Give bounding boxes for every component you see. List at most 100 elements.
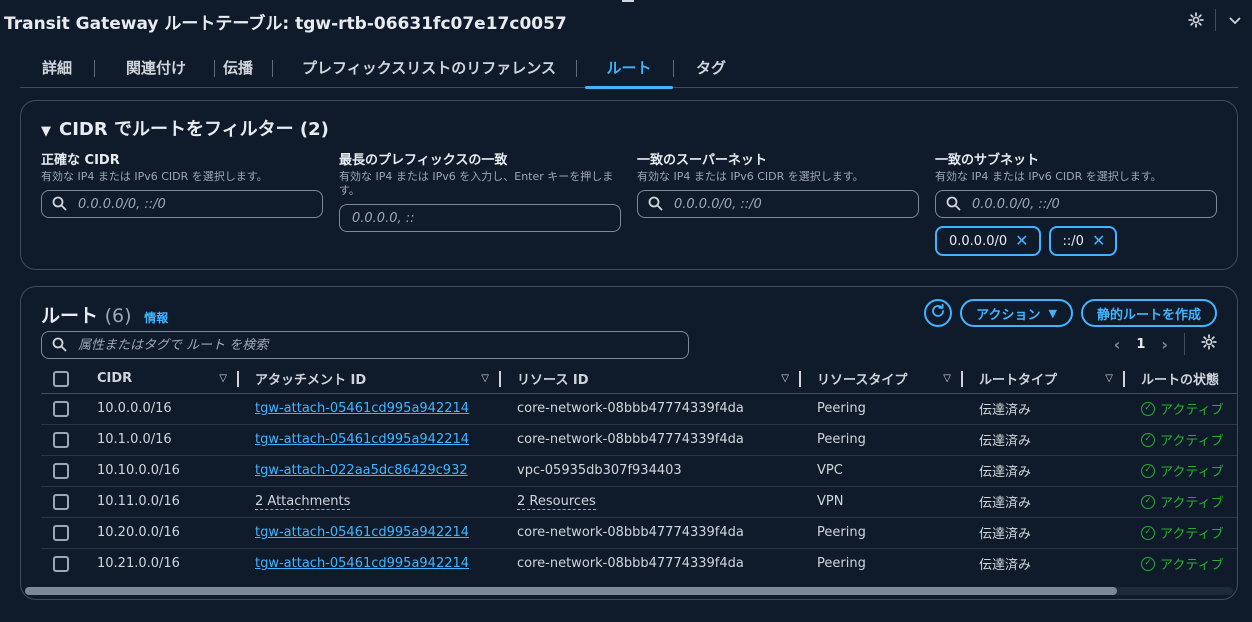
routes-heading: ルート (6) 情報 (41, 301, 168, 328)
col-resource-id[interactable]: リソース ID ▽ (501, 365, 801, 394)
routes-search-input[interactable] (78, 335, 668, 355)
token-label: ::/0 (1062, 233, 1084, 249)
route-type-cell: 伝達済み (963, 455, 1125, 487)
attachment-link[interactable]: tgw-attach-05461cd995a942214 (255, 556, 469, 571)
row-checkbox[interactable] (53, 524, 69, 541)
table-row[interactable]: 10.11.0.0/16 2 Attachments 2 Resources V… (41, 486, 1237, 518)
top-handle (622, 0, 634, 2)
table-row[interactable]: 10.20.0.0/16 tgw-attach-05461cd995a94221… (41, 517, 1237, 549)
token: 0.0.0.0/0 ✕ (935, 226, 1041, 256)
search-icon (946, 196, 961, 215)
row-checkbox[interactable] (53, 431, 69, 448)
resource-cell: core-network-08bbb47774339f4da (501, 393, 801, 425)
col-label: アタッチメント ID (255, 373, 367, 389)
attachment-cell: tgw-attach-05461cd995a942214 (239, 393, 501, 425)
route-type-cell: 伝達済み (963, 486, 1125, 518)
sort-icon: ▽ (781, 373, 789, 385)
resources-popover-trigger[interactable]: 2 Resources (517, 494, 596, 510)
col-resource-type[interactable]: リソースタイプ ▽ (801, 365, 963, 394)
attachments-popover-trigger[interactable]: 2 Attachments (255, 494, 351, 510)
refresh-button[interactable] (924, 299, 953, 327)
resource-type-cell: Peering (817, 556, 866, 572)
tab-routes[interactable]: ルート (585, 48, 673, 89)
table-row[interactable]: 10.21.0.0/16 tgw-attach-05461cd995a94221… (41, 548, 1237, 579)
cidr-cell: 10.10.0.0/16 (97, 455, 239, 487)
cidr-filter-panel: ▼ CIDR でルートをフィルター (2) 正確な CIDR 有効な IP4 また… (20, 100, 1238, 270)
col-cidr[interactable]: CIDR ▽ (97, 365, 239, 394)
table-row[interactable]: 10.10.0.0/16 tgw-attach-022aa5dc86429c93… (41, 455, 1237, 487)
chevron-left-icon[interactable]: ‹ (1114, 335, 1121, 354)
scrollbar-thumb[interactable] (25, 587, 1117, 595)
routes-panel: ルート (6) 情報 アクション ▼ 静的ルートを作成 ‹ 1 › (20, 286, 1238, 600)
tab-tags[interactable]: タグ (689, 48, 733, 88)
attachment-cell: tgw-attach-05461cd995a942214 (239, 517, 501, 549)
attachment-link[interactable]: tgw-attach-05461cd995a942214 (255, 432, 469, 447)
actions-button[interactable]: アクション ▼ (960, 299, 1073, 327)
select-all-checkbox[interactable] (53, 370, 69, 387)
filter-toggle[interactable]: ▼ CIDR でルートをフィルター (2) (41, 115, 329, 141)
field-description: 有効な IP4 または IPv6 CIDR を選択します。 (935, 170, 1162, 183)
row-checkbox[interactable] (53, 555, 69, 572)
field-label: 正確な CIDR (41, 153, 120, 168)
state-label: アクティブ (1160, 403, 1224, 418)
subnet-input[interactable] (972, 194, 1202, 214)
info-link[interactable]: 情報 (144, 311, 168, 325)
chevron-right-icon[interactable]: › (1161, 335, 1168, 354)
row-select-cell (41, 517, 97, 549)
sort-icon: ▽ (1105, 373, 1113, 385)
tab-divider (214, 60, 215, 77)
token-label: 0.0.0.0/0 (949, 233, 1008, 249)
route-state-cell: ✓ アクティブ (1125, 424, 1237, 456)
refresh-icon (930, 303, 946, 323)
horizontal-scrollbar[interactable] (25, 587, 1233, 595)
field-description: 有効な IP4 または IPv6 CIDR を選択します。 (41, 170, 268, 183)
col-route-type[interactable]: ルートタイプ ▽ (963, 365, 1125, 394)
gear-icon[interactable] (1185, 9, 1207, 31)
row-select-cell (41, 486, 97, 518)
filter-exact-cidr: 正確な CIDR 有効な IP4 または IPv6 CIDR を選択します。 (41, 149, 323, 218)
row-select-cell (41, 393, 97, 425)
attachment-link[interactable]: tgw-attach-05461cd995a942214 (255, 525, 469, 540)
exact-cidr-input[interactable] (78, 194, 308, 214)
tab-prefix-list-references[interactable]: プレフィックスリストのリファレンス (294, 48, 564, 88)
col-route-state[interactable]: ルートの状態 (1125, 365, 1237, 394)
page-number[interactable]: 1 (1136, 337, 1145, 352)
supernet-input[interactable] (674, 194, 904, 214)
table-row[interactable]: 10.0.0.0/16 tgw-attach-05461cd995a942214… (41, 393, 1237, 425)
gear-icon[interactable] (1201, 334, 1217, 354)
create-static-route-button[interactable]: 静的ルートを作成 (1080, 299, 1217, 327)
create-label: 静的ルートを作成 (1096, 307, 1201, 323)
cidr-cell: 10.1.0.0/16 (97, 424, 239, 456)
route-type-cell: 伝達済み (979, 558, 1032, 574)
col-attachment-id[interactable]: アタッチメント ID ▽ (239, 365, 501, 394)
longest-prefix-input[interactable] (352, 208, 582, 228)
tab-associations[interactable]: 関連付け (108, 48, 204, 88)
pagination: ‹ 1 › (1114, 333, 1217, 355)
tab-details[interactable]: 詳細 (34, 48, 80, 88)
row-checkbox[interactable] (53, 462, 69, 479)
chevron-down-icon[interactable] (1224, 9, 1246, 31)
resource-type-cell: Peering (801, 424, 963, 456)
row-checkbox[interactable] (53, 400, 69, 417)
status-ok-icon: ✓ (1141, 432, 1155, 447)
filter-heading: CIDR でルートをフィルター (2) (59, 119, 329, 140)
caret-down-icon: ▼ (1048, 306, 1057, 320)
select-all-cell (41, 365, 97, 394)
table-row[interactable]: 10.1.0.0/16 tgw-attach-05461cd995a942214… (41, 424, 1237, 456)
attachment-link[interactable]: tgw-attach-05461cd995a942214 (255, 401, 469, 416)
field-description: 有効な IP4 または IPv6 を入力し、Enter キーを押します。 (339, 170, 614, 197)
resource-cell: 2 Resources (501, 486, 801, 518)
close-icon[interactable]: ✕ (1092, 233, 1105, 249)
tab-propagations[interactable]: 伝播 (218, 48, 258, 88)
route-type-cell: 伝達済み (963, 424, 1125, 456)
status-ok-icon: ✓ (1141, 525, 1155, 540)
close-icon[interactable]: ✕ (1015, 233, 1028, 249)
attachment-link[interactable]: tgw-attach-022aa5dc86429c932 (255, 463, 468, 478)
route-state-cell: ✓ アクティブ (1125, 486, 1237, 518)
state-label: アクティブ (1160, 527, 1224, 542)
resource-type-cell: VPC (801, 455, 963, 487)
row-checkbox[interactable] (53, 493, 69, 510)
subnet-search (935, 190, 1217, 218)
tab-divider (94, 60, 95, 77)
route-type-cell: 伝達済み (963, 393, 1125, 425)
